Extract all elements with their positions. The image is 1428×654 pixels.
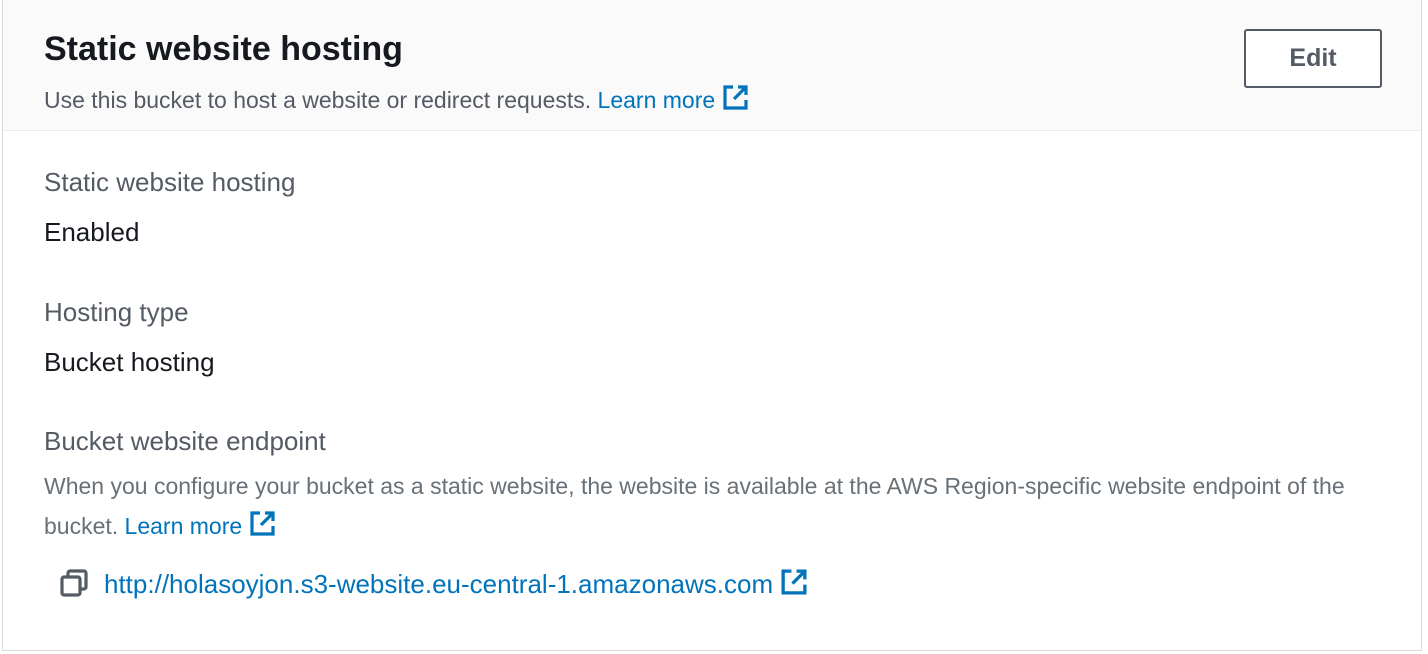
copy-icon[interactable]	[59, 568, 89, 598]
endpoint-url: http://holasoyjon.s3-website.eu-central-…	[104, 568, 774, 599]
learn-more-label: Learn more	[597, 87, 716, 113]
hosting-status-value: Enabled	[44, 217, 140, 247]
external-link-icon	[723, 85, 748, 110]
endpoint-url-link[interactable]: http://holasoyjon.s3-website.eu-central-…	[104, 567, 809, 600]
endpoint-row: http://holasoyjon.s3-website.eu-central-…	[59, 565, 809, 601]
panel-title: Static website hosting	[44, 30, 403, 68]
hosting-status-label: Static website hosting	[44, 167, 296, 197]
hosting-type-value: Bucket hosting	[44, 347, 215, 377]
panel-subtitle: Use this bucket to host a website or red…	[44, 83, 750, 114]
hosting-type-label: Hosting type	[44, 297, 189, 327]
endpoint-description: When you configure your bucket as a stat…	[44, 466, 1384, 546]
static-website-hosting-panel: Static website hosting Use this bucket t…	[2, 0, 1422, 651]
endpoint-label: Bucket website endpoint	[44, 426, 326, 456]
panel-subtitle-text: Use this bucket to host a website or red…	[44, 87, 592, 113]
endpoint-learn-more-label: Learn more	[124, 513, 243, 539]
external-link-icon	[781, 568, 807, 595]
external-link-icon	[250, 511, 275, 536]
endpoint-learn-more-link[interactable]: Learn more	[124, 511, 278, 539]
panel-header: Static website hosting Use this bucket t…	[3, 0, 1421, 131]
learn-more-link[interactable]: Learn more	[597, 85, 751, 113]
edit-button[interactable]: Edit	[1244, 29, 1382, 88]
